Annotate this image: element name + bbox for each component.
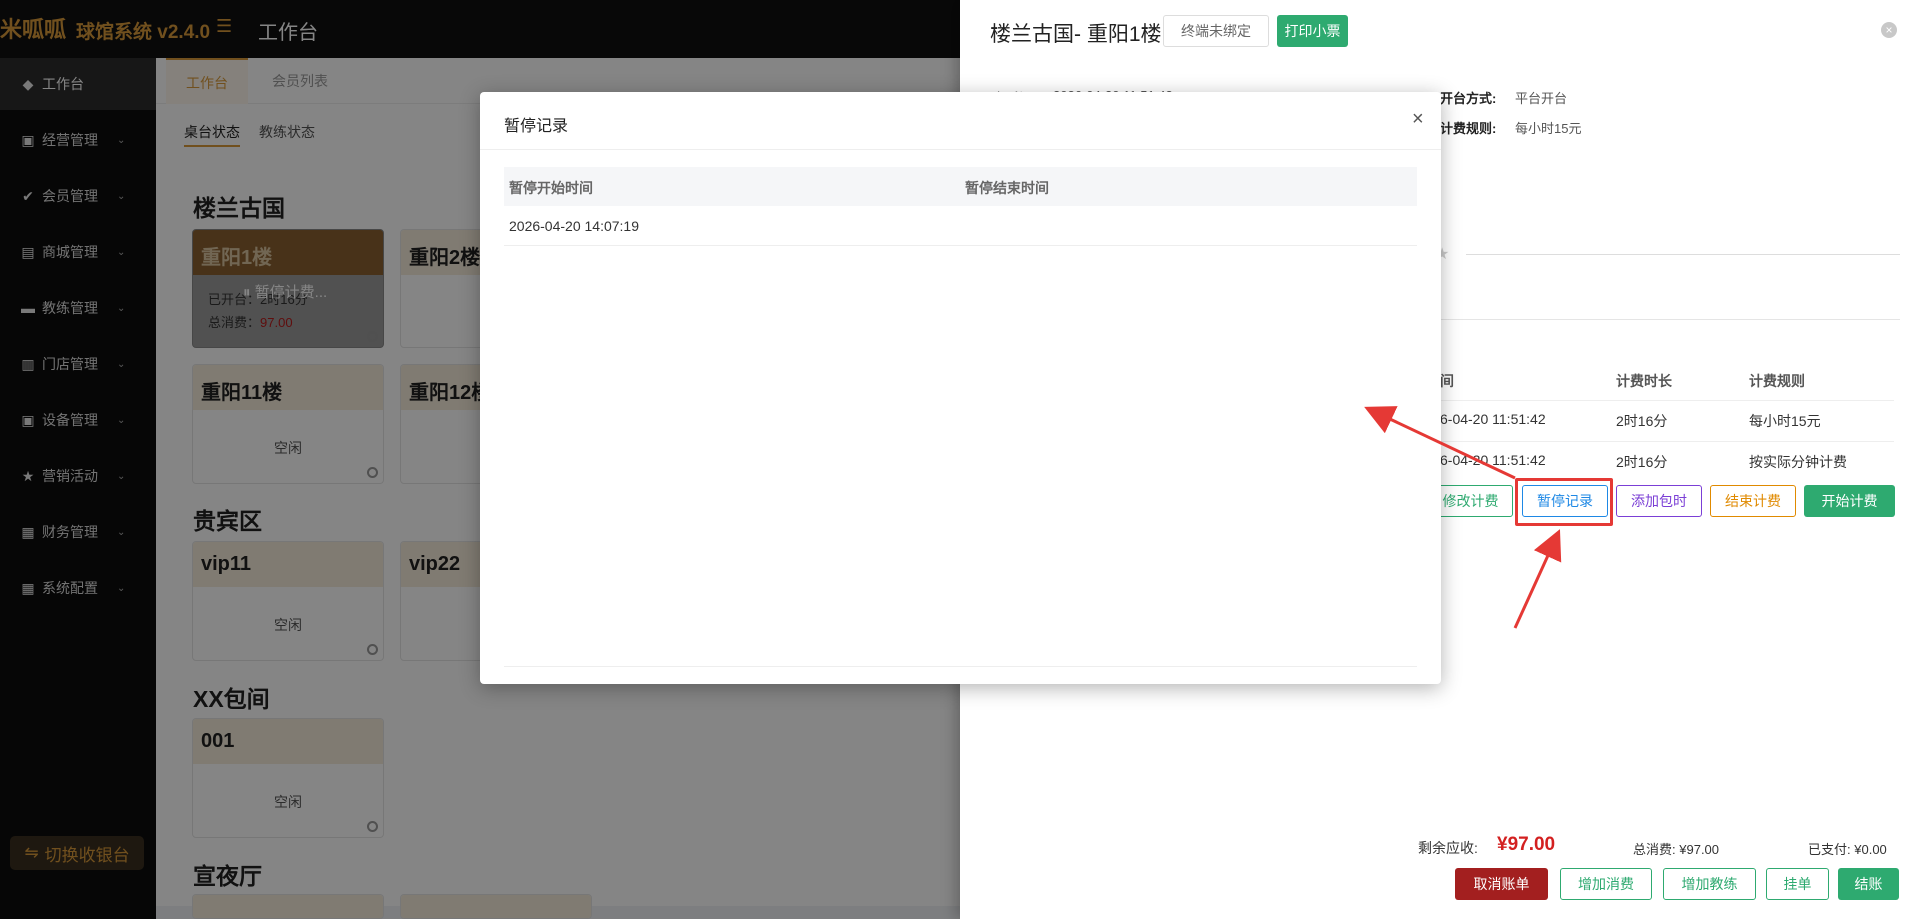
arrow-to-modal (1364, 406, 1516, 480)
arrow-to-button (1513, 529, 1562, 629)
annotation-arrows (1364, 406, 1562, 629)
